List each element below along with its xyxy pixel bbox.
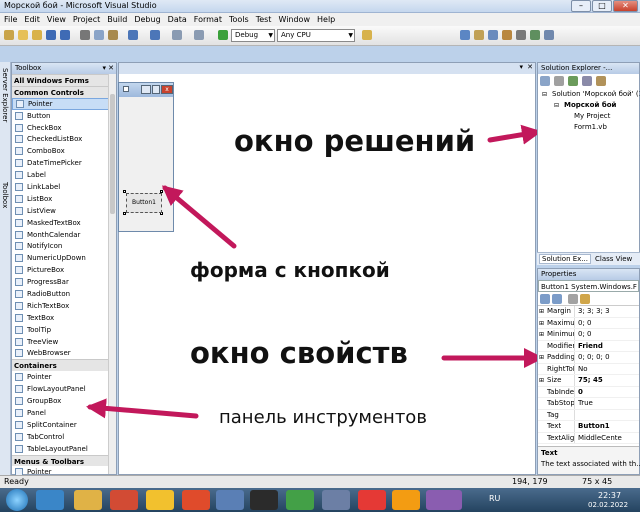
language-indicator[interactable]: RU <box>489 494 500 503</box>
show-all-files-icon[interactable] <box>554 76 564 86</box>
collapse-icon[interactable]: ⊟ <box>542 91 547 98</box>
explorer-icon[interactable] <box>74 490 102 510</box>
properties-header: Properties <box>538 269 639 280</box>
arrow-to-toolbox <box>86 398 199 419</box>
solution-explorer-header: Solution Explorer -... <box>538 63 639 74</box>
solution-explorer-toolbar <box>540 75 638 88</box>
property-row[interactable]: RightToLeftNo <box>538 363 639 375</box>
tree-my-project[interactable]: My Project <box>574 112 610 120</box>
property-value[interactable]: 0 <box>575 387 583 398</box>
chrome-icon[interactable] <box>146 490 174 510</box>
expand-icon[interactable]: ⊞ <box>539 306 544 317</box>
categorized-icon[interactable] <box>540 294 550 304</box>
property-value[interactable]: 75; 45 <box>575 375 603 386</box>
property-value[interactable]: 0; 0 <box>575 318 592 329</box>
property-value[interactable]: Button1 <box>575 421 610 432</box>
expand-icon[interactable]: ⊞ <box>539 352 544 363</box>
solution-explorer-panel: Solution Explorer -... Solution 'Морской… <box>537 62 640 265</box>
expand-icon[interactable]: ⊞ <box>539 318 544 329</box>
devcpp-icon[interactable] <box>216 490 244 510</box>
selection-size: 75 x 45 <box>582 477 613 486</box>
property-value[interactable]: True <box>575 398 593 409</box>
description-text: The text associated with th... <box>541 460 640 468</box>
property-name: Text <box>538 421 575 432</box>
status-bar: Ready 194, 179 75 x 45 <box>0 475 640 488</box>
recorder-icon[interactable] <box>250 490 278 510</box>
cursor-position: 194, 179 <box>512 477 548 486</box>
property-row[interactable]: Tag <box>538 409 639 421</box>
refresh-icon[interactable] <box>568 76 578 86</box>
properties-title: Properties <box>541 270 577 278</box>
properties-toolbar <box>538 292 639 306</box>
property-name: TextAlign <box>538 432 575 443</box>
clock-time[interactable]: 22:37 <box>598 491 621 500</box>
solution-explorer-title: Solution Explorer -... <box>541 64 613 72</box>
clock-date[interactable]: 02.02.2022 <box>588 501 628 509</box>
properties-icon[interactable] <box>540 76 550 86</box>
events-icon[interactable] <box>580 294 590 304</box>
property-row[interactable]: ModifiersFriend <box>538 340 639 352</box>
tree-solution[interactable]: Solution 'Морской бой' (1 <box>552 90 640 98</box>
properties-icon[interactable] <box>568 294 578 304</box>
arrow-to-solution-explorer <box>487 124 542 145</box>
expand-icon[interactable]: ⊞ <box>539 329 544 340</box>
yandex-icon[interactable] <box>358 490 386 510</box>
tree-project[interactable]: Морской бой <box>564 101 616 109</box>
view-designer-icon[interactable] <box>596 76 606 86</box>
property-row[interactable]: Text Button1 <box>538 421 639 433</box>
view-code-icon[interactable] <box>582 76 592 86</box>
description-title: Text <box>541 449 558 457</box>
object-selector[interactable]: Button1 System.Windows.F <box>538 280 639 292</box>
property-row[interactable]: TabStop True <box>538 398 639 410</box>
property-value[interactable]: 0; 0 <box>575 329 592 340</box>
arrow-to-form <box>161 185 237 249</box>
solution-tabs: Solution Ex... Class View <box>537 252 640 265</box>
taskbar: RU 22:37 02.02.2022 <box>0 488 640 512</box>
property-row[interactable]: TabIndex0 <box>538 386 639 398</box>
media-player-icon[interactable] <box>110 490 138 510</box>
property-name: RightToLeft <box>538 363 575 374</box>
firefox-icon[interactable] <box>182 490 210 510</box>
property-value[interactable]: No <box>575 364 588 375</box>
property-value[interactable]: Friend <box>575 341 603 352</box>
expand-icon[interactable]: ⊞ <box>539 375 544 386</box>
alphabetical-icon[interactable] <box>552 294 562 304</box>
property-row[interactable]: ⊞ Size 75; 45 <box>538 375 639 387</box>
property-grid: ⊞Margin3; 3; 3; 3⊞MaximumSi0; 0⊞MinimumS… <box>538 306 639 444</box>
property-row[interactable]: ⊞ Margin 3; 3; 3; 3 <box>538 306 639 318</box>
app-icon[interactable] <box>322 490 350 510</box>
tree-form1[interactable]: Form1.vb <box>574 123 607 131</box>
visual-studio-icon[interactable] <box>426 490 462 510</box>
property-value[interactable]: 0; 0; 0; 0 <box>575 352 610 363</box>
description-pane: Text The text associated with th... <box>538 446 640 474</box>
odnoklassniki-icon[interactable] <box>392 490 420 510</box>
property-row[interactable]: TextAlignMiddleCente <box>538 432 639 444</box>
start-button[interactable] <box>6 489 28 511</box>
property-name: TabStop <box>538 398 575 409</box>
property-row[interactable]: ⊞ Padding 0; 0; 0; 0 <box>538 352 639 364</box>
properties-panel: Properties Button1 System.Windows.F ⊞ Mar… <box>537 268 640 475</box>
property-name: TabIndex <box>538 386 575 397</box>
collapse-icon[interactable]: ⊟ <box>554 102 559 109</box>
object-selector-value: Button1 System.Windows.F <box>541 283 637 291</box>
tab-class-view[interactable]: Class View <box>595 255 632 263</box>
property-name: Tag <box>538 409 575 420</box>
property-row[interactable]: ⊞MaximumSi0; 0 <box>538 317 639 329</box>
tab-solution-explorer[interactable]: Solution Ex... <box>539 254 591 264</box>
property-value[interactable]: MiddleCente <box>575 433 622 444</box>
status-text: Ready <box>4 477 29 486</box>
property-value[interactable]: 3; 3; 3; 3 <box>575 306 610 317</box>
property-row[interactable]: ⊞MinimumSi0; 0 <box>538 329 639 341</box>
ie-icon[interactable] <box>36 490 64 510</box>
property-name: Modifiers <box>538 340 575 351</box>
property-value[interactable] <box>575 410 578 421</box>
camtasia-icon[interactable] <box>286 490 314 510</box>
